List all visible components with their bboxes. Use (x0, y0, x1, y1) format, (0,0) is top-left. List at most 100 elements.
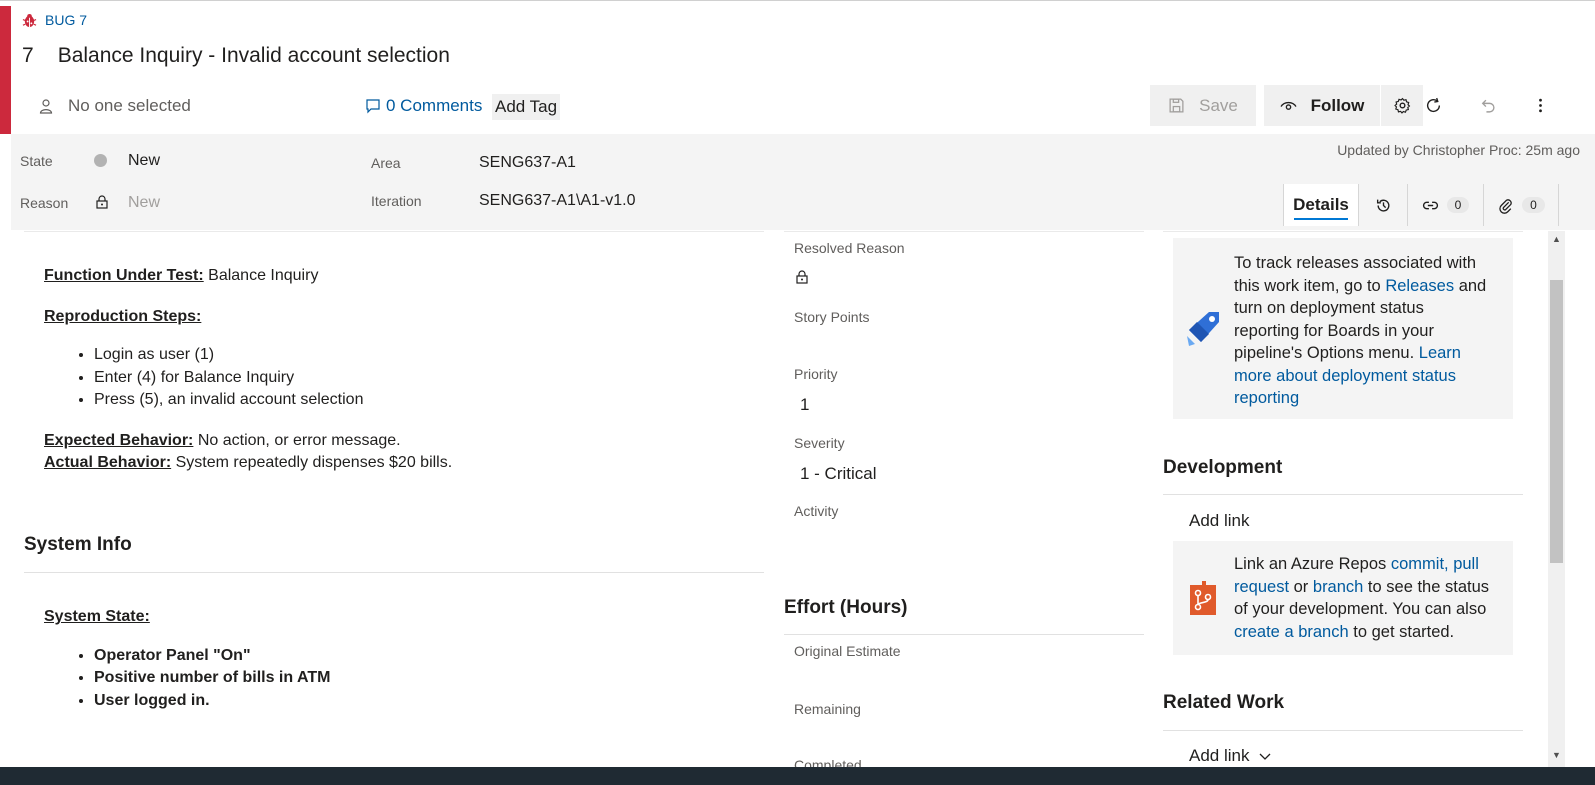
releases-link[interactable]: Releases (1385, 277, 1454, 295)
area-label: Area (371, 155, 401, 171)
branch-link[interactable]: branch (1313, 578, 1363, 596)
tab-links[interactable]: 0 (1407, 184, 1483, 226)
add-tag-button[interactable]: Add Tag (492, 94, 561, 120)
follow-label: Follow (1310, 95, 1365, 115)
remaining-label: Remaining (794, 701, 861, 717)
development-info-box: Link an Azure Repos commit, pull request… (1173, 541, 1513, 655)
expected-label: Expected Behavior: (44, 431, 194, 449)
section-divider (784, 634, 1144, 635)
chevron-down-icon (1260, 753, 1271, 760)
learn-more-link-end[interactable]: reporting (1234, 389, 1299, 407)
save-button[interactable]: Save (1150, 85, 1256, 126)
section-divider (24, 572, 764, 573)
fut-label: Function Under Test: (44, 267, 204, 284)
paperclip-icon (1499, 198, 1512, 214)
list-item: Positive number of bills in ATM (94, 667, 330, 690)
lock-icon (796, 270, 808, 284)
effort-title[interactable]: Effort (Hours) (784, 597, 907, 619)
bug-icon (22, 13, 37, 27)
scroll-up-arrow-icon[interactable]: ▲ (1552, 234, 1561, 244)
comments-count: 0 Comments (386, 96, 483, 115)
list-item: Press (5), an invalid account selection (94, 389, 744, 412)
assigned-to-label: No one selected (68, 96, 191, 115)
commit-link[interactable]: commit, (1391, 555, 1449, 573)
work-item-type-label[interactable]: BUG 7 (45, 12, 87, 28)
iteration-field[interactable]: SENG637-A1\A1-v1.0 (479, 192, 636, 210)
deployment-text: To track releases associated with this w… (1234, 254, 1487, 407)
related-work-add-link[interactable]: Add link (1189, 746, 1271, 766)
tab-details[interactable]: Details (1283, 184, 1358, 226)
create-branch-link[interactable]: create a branch (1234, 623, 1349, 641)
pull-request-link-cont[interactable]: request (1234, 578, 1289, 596)
scroll-down-arrow-icon[interactable]: ▼ (1552, 750, 1561, 760)
section-divider (1163, 494, 1523, 495)
reason-label: Reason (20, 195, 69, 211)
repos-icon (1190, 581, 1216, 615)
attachments-count: 0 (1522, 197, 1545, 213)
priority-label: Priority (794, 366, 838, 382)
state-color-dot (94, 154, 107, 167)
priority-field[interactable]: 1 (800, 395, 809, 415)
state-label: State (20, 153, 53, 169)
history-icon (1376, 199, 1389, 212)
iteration-label: Iteration (371, 193, 422, 209)
actual-value: System repeatedly dispenses $20 bills. (171, 454, 453, 471)
deployment-info-box: To track releases associated with this w… (1173, 238, 1513, 419)
save-label: Save (1199, 95, 1238, 115)
state-dropdown[interactable]: New (128, 152, 160, 170)
work-item-type: BUG 7 (22, 12, 87, 28)
system-info-title[interactable]: System Info (24, 534, 132, 556)
reason-value: New (128, 194, 161, 211)
tab-attachments[interactable]: 0 (1483, 184, 1559, 226)
eye-icon (1280, 101, 1297, 110)
area-field[interactable]: SENG637-A1 (479, 154, 576, 172)
more-icon (1538, 98, 1542, 113)
updated-by-link[interactable]: Updated by Christopher Proc: 25m ago (1337, 142, 1580, 158)
list-item: Enter (4) for Balance Inquiry (94, 367, 744, 390)
follow-button[interactable]: Follow (1264, 85, 1380, 126)
related-work-title[interactable]: Related Work (1163, 692, 1284, 714)
page-tabs: Details 0 0 (1283, 184, 1559, 226)
more-actions-button[interactable] (1522, 85, 1558, 126)
comments-link[interactable]: 0 Comments (365, 96, 482, 116)
refresh-button[interactable] (1415, 85, 1451, 126)
learn-more-link-cont[interactable]: more about deployment status (1234, 367, 1456, 385)
list-item: Operator Panel "On" (94, 645, 330, 668)
severity-label: Severity (794, 435, 845, 451)
development-title[interactable]: Development (1163, 457, 1282, 479)
original-estimate-label: Original Estimate (794, 643, 901, 659)
undo-button[interactable] (1469, 85, 1505, 126)
fut-value: Balance Inquiry (203, 267, 319, 284)
work-item-title-text[interactable]: Balance Inquiry - Invalid account select… (58, 44, 450, 68)
taskbar (0, 767, 1595, 785)
pull-request-link[interactable]: pull (1449, 555, 1479, 573)
link-icon (1422, 201, 1438, 209)
actual-label: Actual Behavior: (44, 454, 172, 471)
story-points-label: Story Points (794, 309, 870, 325)
save-icon (1169, 98, 1184, 113)
window-top-border (0, 0, 1595, 6)
section-divider (1163, 730, 1523, 731)
work-item-title[interactable]: 7 Balance Inquiry - Invalid account sele… (22, 44, 450, 68)
tab-details-label: Details (1293, 195, 1349, 214)
learn-more-link[interactable]: Learn (1419, 344, 1461, 362)
lock-icon (96, 195, 108, 209)
expected-value: No action, or error message. (193, 431, 401, 449)
description-editor[interactable]: Function Under Test: Balance Inquiry Rep… (44, 265, 744, 475)
pipelines-icon (1187, 312, 1219, 346)
links-count: 0 (1446, 197, 1470, 213)
scrollbar-thumb[interactable] (1550, 280, 1563, 563)
severity-field[interactable]: 1 - Critical (800, 464, 877, 484)
resolved-reason-label: Resolved Reason (794, 240, 905, 256)
list-item: Login as user (1) (94, 344, 744, 367)
work-item-id: 7 (22, 44, 34, 67)
development-add-link[interactable]: Add link (1189, 511, 1249, 531)
repro-steps-list: Login as user (1) Enter (4) for Balance … (94, 344, 744, 412)
list-item: User logged in. (94, 690, 330, 713)
section-divider (1163, 231, 1523, 232)
tab-history[interactable] (1358, 184, 1407, 226)
assigned-to-picker[interactable]: No one selected (38, 96, 191, 116)
system-info-editor[interactable]: System State: Operator Panel "On" Positi… (44, 606, 330, 712)
section-divider (784, 231, 1144, 232)
refresh-icon (1426, 97, 1440, 113)
